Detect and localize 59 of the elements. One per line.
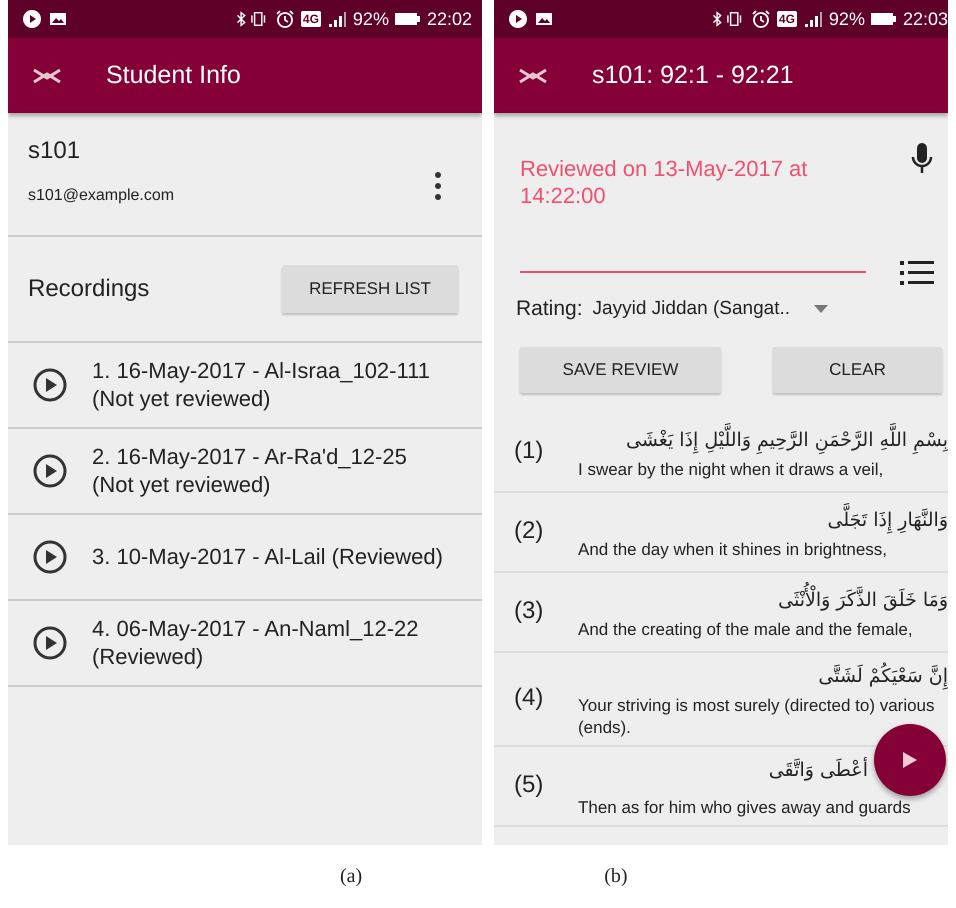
recording-label: 4. 06-May-2017 - An-Naml_12-22 (Reviewed) (92, 615, 420, 671)
arabic-verse: إِنَّ سَعْيَكُمْ لَشَتَّى (578, 657, 948, 695)
recording-item[interactable]: 3. 10-May-2017 - Al-Lail (Reviewed) (8, 515, 482, 601)
recording-label: 3. 10-May-2017 - Al-Lail (Reviewed) (92, 543, 444, 571)
clock-time: 22:02 (426, 8, 472, 30)
student-email: s101@example.com (28, 187, 176, 205)
play-icon (508, 9, 528, 29)
figure-caption: (b) (604, 865, 628, 888)
verse-number: (4) (514, 684, 544, 712)
play-icon[interactable] (32, 453, 68, 489)
play-icon[interactable] (32, 625, 68, 661)
recording-item[interactable]: 4. 06-May-2017 - An-Naml_12-22 (Reviewed) (8, 601, 482, 687)
signal-icon (326, 9, 347, 29)
recording-item[interactable]: 1. 16-May-2017 - Al-Israa_102-111 (Not yet reviewed) (8, 343, 482, 429)
signal-icon (802, 9, 823, 29)
rating-dropdown[interactable]: Jayyid Jiddan (Sangat.. (592, 298, 828, 320)
battery-icon (394, 11, 421, 27)
play-icon (903, 752, 917, 768)
recording-label: 2. 16-May-2017 - Ar-Ra'd_12-25 (Not yet reviewed) (92, 443, 408, 499)
battery-percentage: 92% (352, 8, 389, 30)
screen-title: s101: 92:1 - 92:21 (592, 61, 794, 90)
review-action-button[interactable]: CLEAR (773, 347, 942, 393)
arabic-verse: وَالنَّهَارِ إِذَا تَجَلَّى (578, 501, 948, 539)
alarm-icon (274, 9, 295, 29)
arabic-verse: أعْطَى وَاتَّقَى (768, 756, 868, 783)
verse-number: (1) (514, 437, 544, 465)
review-action-button[interactable]: SAVE REVIEW (520, 347, 721, 393)
battery-percentage: 92% (828, 8, 865, 30)
arabic-verse: وَمَا خَلَقَ الذَّكَرَ وَالْأُنْثَى (578, 581, 948, 619)
play-icon[interactable] (32, 367, 68, 403)
list-icon[interactable] (900, 259, 934, 287)
rating-label: Rating: (516, 297, 583, 321)
verse-number: (2) (514, 517, 544, 545)
play-icon (22, 9, 42, 29)
verse-translation: I swear by the night when it draws a veil, (578, 459, 884, 481)
recording-item[interactable]: 2. 16-May-2017 - Ar-Ra'd_12-25 (Not yet reviewed) (8, 429, 482, 515)
verse-translation: Then as for him who gives away and guards (578, 797, 912, 819)
verse-translation: And the creating of the male and the female, (578, 619, 914, 641)
play-button[interactable] (874, 724, 946, 796)
screen-title: Student Info (106, 61, 241, 90)
recording-label: 1. 16-May-2017 - Al-Israa_102-111 (Not yet reviewed) (92, 357, 431, 413)
play-icon[interactable] (32, 539, 68, 575)
alarm-icon (750, 9, 771, 29)
student-id: s101 (28, 137, 82, 165)
verse-number: (3) (514, 597, 544, 625)
recordings-heading: Recordings (28, 275, 150, 303)
arabic-verse: بِسْمِ اللَّهِ الرَّحْمَنِ الرَّحِيمِ وَاللَّيْلِ إِذَا يَغْشَى (578, 421, 948, 459)
refresh-list-button[interactable]: REFRESH LIST (282, 265, 458, 313)
network-badge: 4G (300, 11, 321, 27)
figure-caption: (a) (340, 865, 362, 888)
clock-time: 22:03 (902, 8, 948, 30)
review-status: Reviewed on 13-May-2017 at 14:22:00 (520, 155, 808, 209)
verse-translation: And the day when it shines in brightness, (578, 539, 888, 561)
verse-number: (5) (514, 771, 544, 799)
battery-icon (870, 11, 897, 27)
verse-translation: Your striving is most surely (directed to) various (ends). (578, 695, 936, 739)
more-options-icon[interactable] (434, 171, 442, 201)
network-badge: 4G (776, 11, 797, 27)
caret-icon (814, 305, 828, 313)
